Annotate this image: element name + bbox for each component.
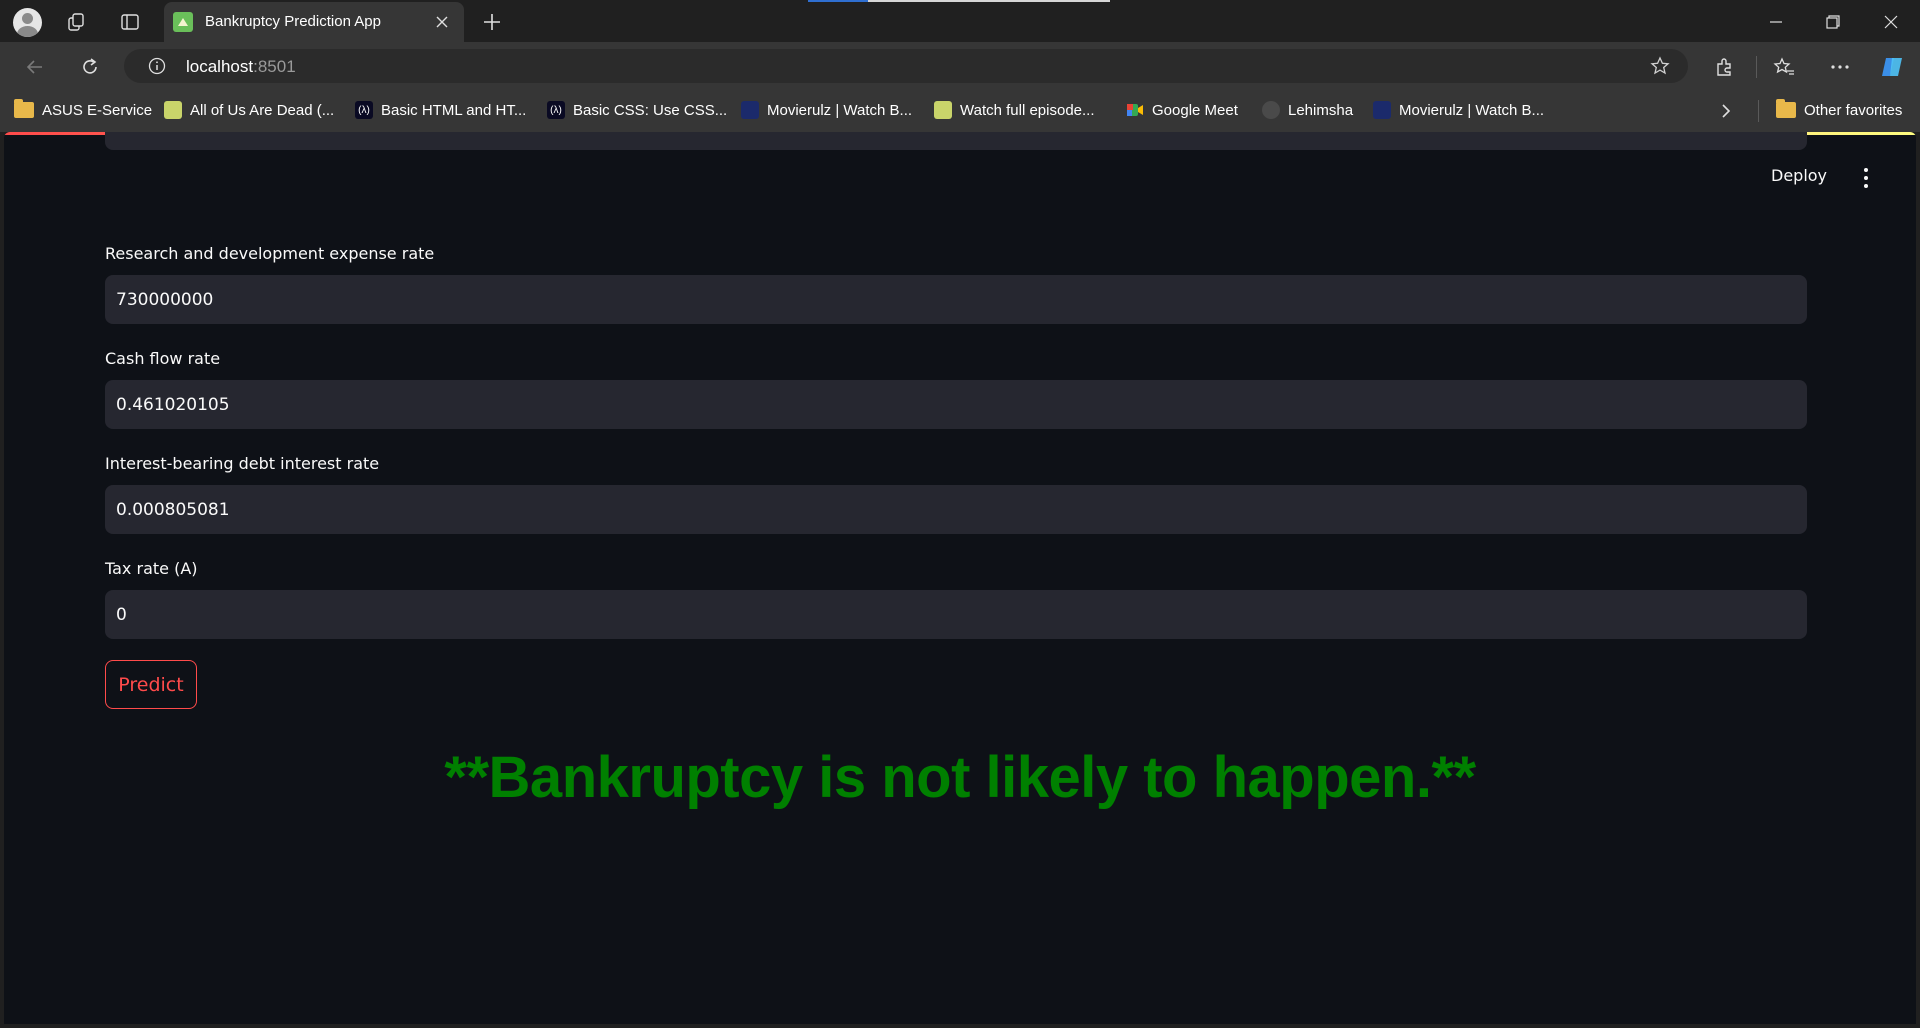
bookmark-item[interactable]: ASUS E-Service bbox=[14, 99, 152, 121]
minimize-icon[interactable] bbox=[1762, 8, 1790, 36]
folder-icon bbox=[1776, 99, 1796, 118]
field-label: Interest-bearing debt interest rate bbox=[105, 454, 380, 473]
bookmark-item[interactable]: Google Meet bbox=[1126, 99, 1238, 121]
browser-title-bar: Bankruptcy Prediction App bbox=[0, 0, 1920, 42]
field-label: Cash flow rate bbox=[105, 349, 221, 368]
back-icon[interactable] bbox=[20, 52, 50, 82]
bookmark-item[interactable]: Movierulz | Watch B... bbox=[1373, 99, 1544, 121]
prediction-result: **Bankruptcy is not likely to happen.** bbox=[444, 745, 1476, 810]
bookmarks-bar: ASUS E-Service All of Us Are Dead (... (… bbox=[0, 90, 1920, 132]
extensions-icon[interactable] bbox=[1709, 52, 1739, 82]
previous-input-field[interactable] bbox=[105, 132, 1807, 150]
cash-flow-rate-input[interactable] bbox=[105, 380, 1807, 429]
main-menu-icon[interactable] bbox=[1859, 168, 1873, 188]
google-meet-icon bbox=[1126, 101, 1144, 119]
github-icon bbox=[1262, 101, 1280, 119]
movierulz-icon bbox=[1373, 101, 1391, 119]
more-bookmarks-chevron-icon[interactable] bbox=[1720, 100, 1732, 122]
bookmark-item[interactable]: Watch full episode... bbox=[934, 99, 1095, 121]
movierulz-icon bbox=[741, 101, 759, 119]
bookmark-item[interactable]: Movierulz | Watch B... bbox=[741, 99, 912, 121]
tab-bankruptcy-app[interactable]: Bankruptcy Prediction App bbox=[164, 2, 464, 42]
loading-indicator bbox=[808, 0, 1110, 2]
predict-button[interactable]: Predict bbox=[105, 660, 197, 709]
streamlit-favicon-icon bbox=[173, 12, 193, 32]
page-viewport: Deploy Research and development expense … bbox=[4, 132, 1916, 1024]
new-tab-icon[interactable] bbox=[478, 8, 506, 36]
freecodecamp-icon: (λ) bbox=[355, 101, 373, 119]
url-text[interactable]: localhost:8501 bbox=[186, 57, 296, 77]
favorites-icon[interactable] bbox=[1769, 52, 1799, 82]
close-window-icon[interactable] bbox=[1877, 8, 1905, 36]
workspaces-icon[interactable] bbox=[63, 8, 91, 36]
browser-toolbar: localhost:8501 bbox=[0, 42, 1920, 90]
deploy-button[interactable]: Deploy bbox=[1771, 166, 1827, 185]
refresh-icon[interactable] bbox=[75, 52, 105, 82]
profile-avatar-icon[interactable] bbox=[13, 8, 42, 37]
field-label: Research and development expense rate bbox=[105, 244, 435, 263]
folder-icon bbox=[14, 99, 34, 118]
tax-rate-input[interactable] bbox=[105, 590, 1807, 639]
bookmark-item[interactable]: All of Us Are Dead (... bbox=[164, 99, 334, 121]
address-bar[interactable]: localhost:8501 bbox=[124, 49, 1688, 83]
favorite-star-icon[interactable] bbox=[1650, 56, 1670, 76]
bookmark-item[interactable]: (λ) Basic HTML and HT... bbox=[355, 99, 526, 121]
restore-icon[interactable] bbox=[1819, 8, 1847, 36]
field-label: Tax rate (A) bbox=[105, 559, 198, 578]
freecodecamp-icon: (λ) bbox=[547, 101, 565, 119]
vertical-tabs-icon[interactable] bbox=[116, 8, 144, 36]
bookmark-item[interactable]: (λ) Basic CSS: Use CSS... bbox=[547, 99, 727, 121]
site-icon bbox=[164, 101, 182, 119]
other-favorites[interactable]: Other favorites bbox=[1776, 99, 1902, 121]
copilot-icon[interactable] bbox=[1878, 52, 1908, 82]
tab-title: Bankruptcy Prediction App bbox=[205, 13, 381, 30]
site-info-icon[interactable] bbox=[148, 57, 166, 75]
more-menu-icon[interactable] bbox=[1825, 52, 1855, 82]
rd-expense-rate-input[interactable] bbox=[105, 275, 1807, 324]
bookmark-item[interactable]: Lehimsha bbox=[1262, 99, 1353, 121]
debt-interest-rate-input[interactable] bbox=[105, 485, 1807, 534]
close-tab-icon[interactable] bbox=[432, 12, 452, 32]
site-icon bbox=[934, 101, 952, 119]
